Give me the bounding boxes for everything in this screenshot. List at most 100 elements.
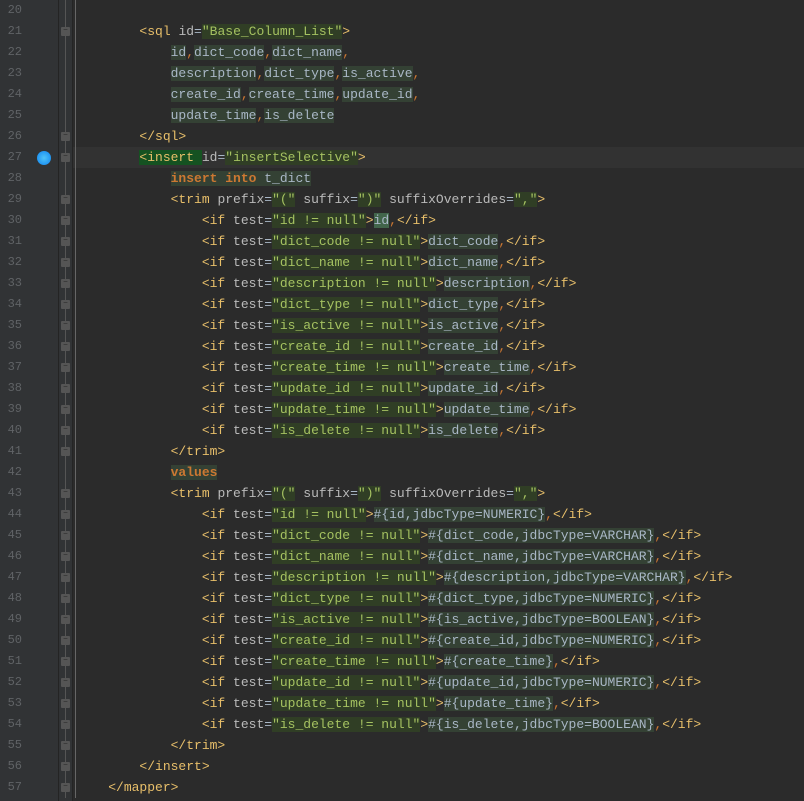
fold-toggle-icon[interactable]: − <box>61 762 70 771</box>
fold-toggle-icon[interactable]: − <box>61 384 70 393</box>
fold-toggle-icon[interactable]: − <box>61 573 70 582</box>
fold-toggle-icon[interactable]: − <box>61 405 70 414</box>
code-line[interactable]: <if test="id != null">#{id,jdbcType=NUME… <box>73 504 804 525</box>
fold-toggle-icon[interactable]: − <box>61 195 70 204</box>
fold-toggle-icon[interactable]: − <box>61 447 70 456</box>
fold-cell[interactable]: − <box>59 525 72 546</box>
fold-toggle-icon[interactable]: − <box>61 132 70 141</box>
code-line[interactable]: </sql> <box>73 126 804 147</box>
fold-cell[interactable]: − <box>59 210 72 231</box>
code-line[interactable]: <if test="description != null">#{descrip… <box>73 567 804 588</box>
code-line[interactable]: <if test="update_id != null">#{update_id… <box>73 672 804 693</box>
fold-toggle-icon[interactable]: − <box>61 594 70 603</box>
code-line[interactable]: <if test="dict_code != null">dict_code,<… <box>73 231 804 252</box>
fold-toggle-icon[interactable]: − <box>61 720 70 729</box>
fold-cell[interactable]: − <box>59 651 72 672</box>
fold-cell[interactable]: − <box>59 630 72 651</box>
code-line[interactable]: </trim> <box>73 735 804 756</box>
code-line[interactable]: <if test="is_active != null">#{is_active… <box>73 609 804 630</box>
code-line[interactable]: <if test="dict_type != null">dict_type,<… <box>73 294 804 315</box>
fold-cell[interactable]: − <box>59 21 72 42</box>
fold-cell[interactable] <box>59 42 72 63</box>
fold-cell[interactable]: − <box>59 420 72 441</box>
fold-cell[interactable]: − <box>59 399 72 420</box>
code-line[interactable] <box>73 0 804 21</box>
fold-cell[interactable]: − <box>59 336 72 357</box>
code-line[interactable]: insert into t_dict <box>73 168 804 189</box>
fold-cell[interactable]: − <box>59 714 72 735</box>
fold-cell[interactable]: − <box>59 567 72 588</box>
fold-cell[interactable]: − <box>59 315 72 336</box>
fold-toggle-icon[interactable]: − <box>61 552 70 561</box>
fold-cell[interactable]: − <box>59 588 72 609</box>
code-line[interactable]: <if test="update_id != null">update_id,<… <box>73 378 804 399</box>
fold-cell[interactable] <box>59 168 72 189</box>
fold-cell[interactable]: − <box>59 357 72 378</box>
code-line[interactable]: <if test="dict_name != null">dict_name,<… <box>73 252 804 273</box>
fold-toggle-icon[interactable]: − <box>61 321 70 330</box>
fold-toggle-icon[interactable]: − <box>61 636 70 645</box>
fold-cell[interactable]: − <box>59 483 72 504</box>
fold-toggle-icon[interactable]: − <box>61 531 70 540</box>
fold-cell[interactable] <box>59 0 72 21</box>
fold-toggle-icon[interactable]: − <box>61 783 70 792</box>
fold-toggle-icon[interactable]: − <box>61 489 70 498</box>
fold-toggle-icon[interactable]: − <box>61 300 70 309</box>
fold-cell[interactable]: − <box>59 441 72 462</box>
fold-toggle-icon[interactable]: − <box>61 153 70 162</box>
fold-cell[interactable]: − <box>59 147 72 168</box>
code-line[interactable]: <if test="is_active != null">is_active,<… <box>73 315 804 336</box>
fold-toggle-icon[interactable]: − <box>61 27 70 36</box>
code-line[interactable]: <if test="dict_code != null">#{dict_code… <box>73 525 804 546</box>
code-line[interactable]: </mapper> <box>73 777 804 798</box>
fold-cell[interactable]: − <box>59 546 72 567</box>
code-line[interactable]: update_time,is_delete <box>73 105 804 126</box>
code-line[interactable]: <trim prefix="(" suffix=")" suffixOverri… <box>73 483 804 504</box>
fold-toggle-icon[interactable]: − <box>61 510 70 519</box>
code-line[interactable]: </trim> <box>73 441 804 462</box>
fold-cell[interactable]: − <box>59 609 72 630</box>
fold-cell[interactable] <box>59 462 72 483</box>
fold-cell[interactable]: − <box>59 693 72 714</box>
fold-toggle-icon[interactable]: − <box>61 426 70 435</box>
code-line[interactable]: <trim prefix="(" suffix=")" suffixOverri… <box>73 189 804 210</box>
code-line[interactable]: <if test="create_id != null">create_id,<… <box>73 336 804 357</box>
fold-cell[interactable]: − <box>59 378 72 399</box>
fold-toggle-icon[interactable]: − <box>61 678 70 687</box>
code-line[interactable]: description,dict_type,is_active, <box>73 63 804 84</box>
fold-cell[interactable]: − <box>59 756 72 777</box>
code-line[interactable]: <if test="create_time != null">create_ti… <box>73 357 804 378</box>
fold-cell[interactable]: − <box>59 672 72 693</box>
fold-cell[interactable] <box>59 84 72 105</box>
code-line[interactable]: <insert id="insertSelective"> <box>73 147 804 168</box>
code-line[interactable]: <if test="id != null">id,</if> <box>73 210 804 231</box>
fold-cell[interactable]: − <box>59 126 72 147</box>
code-line[interactable]: <if test="update_time != null">update_ti… <box>73 399 804 420</box>
fold-cell[interactable] <box>59 105 72 126</box>
code-line[interactable]: create_id,create_time,update_id, <box>73 84 804 105</box>
code-line[interactable]: <if test="is_delete != null">#{is_delete… <box>73 714 804 735</box>
code-line[interactable]: <if test="create_time != null">#{create_… <box>73 651 804 672</box>
fold-cell[interactable]: − <box>59 189 72 210</box>
fold-toggle-icon[interactable]: − <box>61 363 70 372</box>
fold-cell[interactable]: − <box>59 294 72 315</box>
code-line[interactable]: <if test="create_id != null">#{create_id… <box>73 630 804 651</box>
fold-toggle-icon[interactable]: − <box>61 216 70 225</box>
code-line[interactable]: <if test="description != null">descripti… <box>73 273 804 294</box>
mybatis-nav-icon[interactable] <box>37 151 51 165</box>
fold-toggle-icon[interactable]: − <box>61 741 70 750</box>
fold-toggle-icon[interactable]: − <box>61 258 70 267</box>
fold-column[interactable]: −−−−−−−−−−−−−−−−−−−−−−−−−−−−−−− <box>59 0 73 801</box>
code-line[interactable]: <sql id="Base_Column_List"> <box>73 21 804 42</box>
fold-cell[interactable]: − <box>59 252 72 273</box>
fold-toggle-icon[interactable]: − <box>61 657 70 666</box>
code-line[interactable]: <if test="dict_name != null">#{dict_name… <box>73 546 804 567</box>
fold-toggle-icon[interactable]: − <box>61 699 70 708</box>
fold-cell[interactable]: − <box>59 777 72 798</box>
fold-cell[interactable] <box>59 63 72 84</box>
fold-toggle-icon[interactable]: − <box>61 237 70 246</box>
code-line[interactable]: values <box>73 462 804 483</box>
fold-cell[interactable]: − <box>59 735 72 756</box>
fold-toggle-icon[interactable]: − <box>61 342 70 351</box>
code-line[interactable]: <if test="update_time != null">#{update_… <box>73 693 804 714</box>
